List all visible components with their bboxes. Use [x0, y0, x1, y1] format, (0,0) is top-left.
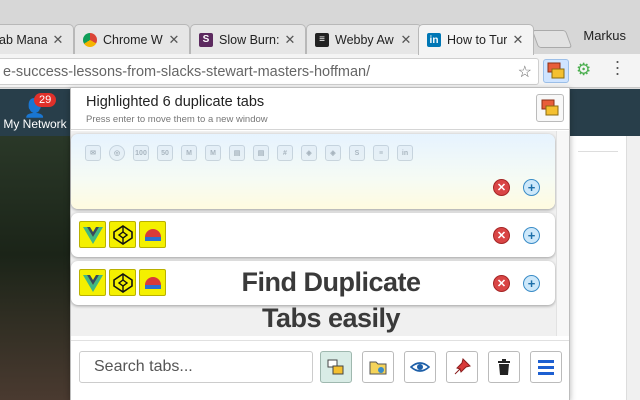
gear-icon[interactable]: ⚙ [576, 60, 591, 80]
popup-title: Highlighted 6 duplicate tabs [86, 94, 265, 110]
chrome-icon[interactable]: ◎ [109, 145, 125, 161]
my-network-nav[interactable]: 👤 My Network 29 [0, 93, 70, 131]
address-bar[interactable]: e-success-lessons-from-slacks-stewart-ma… [0, 58, 539, 85]
browser-toolbar: e-success-lessons-from-slacks-stewart-ma… [0, 52, 640, 88]
tab-webby[interactable]: ≡ Webby Aw ✕ [306, 24, 422, 54]
promo-line-2: Tabs easily [261, 303, 401, 333]
bowl-icon[interactable] [139, 269, 166, 296]
hundred-icon[interactable]: 100 [133, 145, 149, 161]
page-icon[interactable]: ▤ [253, 145, 269, 161]
linkedin-icon: in [427, 33, 441, 47]
trash-icon[interactable] [488, 351, 520, 383]
page-icon[interactable]: ▤ [229, 145, 245, 161]
bookmark-star-icon[interactable]: ☆ [518, 62, 532, 82]
linkedin-icon[interactable]: in [397, 145, 413, 161]
add-group-icon[interactable]: + [523, 275, 540, 292]
popup-header: Highlighted 6 duplicate tabs Press enter… [71, 88, 569, 130]
popup-scrollbar[interactable] [556, 131, 569, 336]
popup-footer [71, 340, 569, 400]
hash-icon[interactable]: # [277, 145, 293, 161]
notification-badge: 29 [34, 93, 57, 107]
favicon-row: ✉ ◎ 100 50 M M ▤ ▤ # ◈ ◈ S ≡ in [85, 145, 413, 161]
profile-name[interactable]: Markus [583, 28, 626, 43]
add-group-icon[interactable]: + [523, 227, 540, 244]
favicon-row [79, 221, 166, 248]
duplicate-tabs-extension-icon[interactable] [543, 59, 569, 83]
s-icon: S [199, 32, 213, 47]
vue-icon[interactable] [79, 269, 106, 296]
add-group-icon[interactable]: + [523, 179, 540, 196]
fifty-icon[interactable]: 50 [157, 145, 173, 161]
chrome-icon [83, 32, 97, 47]
lines-icon: ≡ [315, 32, 329, 47]
tab-tab-manager[interactable]: ab Manag ✕ [0, 24, 74, 54]
close-icon[interactable]: ✕ [283, 32, 297, 48]
promo-caption: Find Duplicate Tabs easily [231, 264, 431, 336]
merge-windows-button[interactable] [320, 351, 352, 383]
new-tab-button[interactable] [531, 30, 573, 48]
vue-icon[interactable] [79, 221, 106, 248]
move-to-window-button[interactable] [536, 94, 564, 122]
s-icon[interactable]: S [349, 145, 365, 161]
close-icon[interactable]: ✕ [167, 32, 181, 48]
tab-title: Slow Burn: [219, 32, 279, 47]
codepen-icon[interactable] [109, 269, 136, 296]
gmail-icon[interactable]: M [181, 145, 197, 161]
popup-subtitle: Press enter to move them to a new window [86, 114, 268, 125]
close-group-icon[interactable]: ✕ [493, 179, 510, 196]
codepen-icon[interactable]: ◈ [325, 145, 341, 161]
open-folder-button[interactable] [362, 351, 394, 383]
close-icon[interactable]: ✕ [511, 32, 525, 48]
lines-icon[interactable]: ≡ [373, 145, 389, 161]
codepen-icon[interactable]: ◈ [301, 145, 317, 161]
close-icon[interactable]: ✕ [399, 32, 413, 48]
tab-strip: ab Manag ✕ Chrome W ✕ S Slow Burn: ✕ ≡ W… [0, 0, 640, 55]
tab-group[interactable]: ✉ ◎ 100 50 M M ▤ ▤ # ◈ ◈ S ≡ in ✕ + [71, 134, 555, 209]
divider [578, 151, 618, 152]
menu-icon[interactable]: · · · [612, 52, 622, 82]
close-icon[interactable]: ✕ [51, 32, 65, 48]
tab-title: ab Manag [0, 32, 47, 47]
close-group-icon[interactable]: ✕ [493, 227, 510, 244]
tab-title: Webby Aw [335, 32, 394, 47]
tab-title: How to Tur [447, 33, 507, 47]
pin-icon[interactable] [446, 351, 478, 383]
tab-title: Chrome W [103, 32, 163, 47]
close-group-icon[interactable]: ✕ [493, 275, 510, 292]
bowl-icon[interactable] [139, 221, 166, 248]
url-text: e-success-lessons-from-slacks-stewart-ma… [3, 64, 371, 80]
codepen-icon[interactable] [109, 221, 136, 248]
duplicate-tabs-popup: Highlighted 6 duplicate tabs Press enter… [70, 87, 570, 400]
tab-slow-burn[interactable]: S Slow Burn: ✕ [190, 24, 306, 54]
tab-group[interactable]: ✕ + [71, 213, 555, 257]
tab-linkedin[interactable]: in How to Tur ✕ [418, 24, 534, 55]
mail-icon[interactable]: ✉ [85, 145, 101, 161]
tab-chrome[interactable]: Chrome W ✕ [74, 24, 190, 54]
promo-line-1: Find Duplicate [241, 267, 421, 297]
article-photo [0, 136, 70, 400]
my-network-label: My Network [3, 117, 67, 131]
gmail-icon[interactable]: M [205, 145, 221, 161]
favicon-row [79, 269, 166, 296]
search-input[interactable] [79, 351, 313, 383]
page-scrollbar[interactable] [626, 136, 640, 400]
menu-icon[interactable] [530, 351, 562, 383]
eye-icon[interactable] [404, 351, 436, 383]
